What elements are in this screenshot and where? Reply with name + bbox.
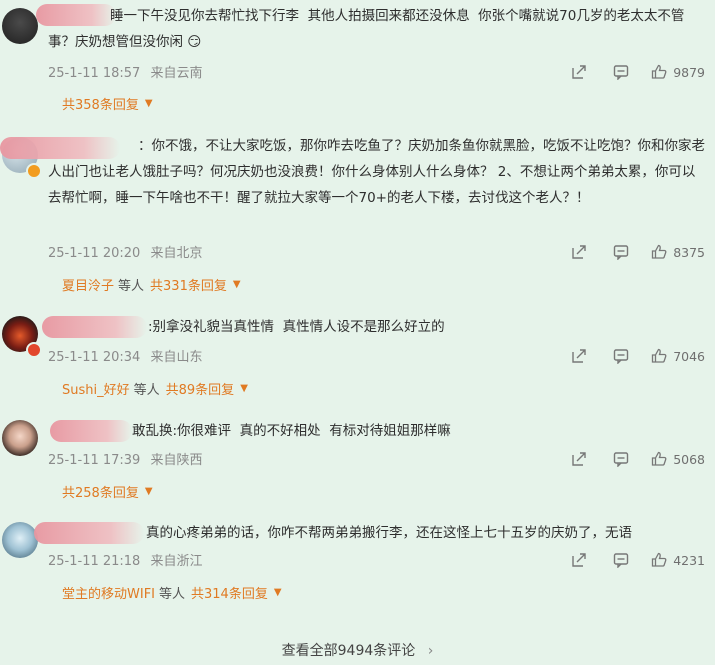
comment-date: 25-1-11 18:57 [48, 66, 141, 81]
share-button[interactable] [571, 244, 587, 260]
reply-others-label: 等人 [133, 383, 160, 398]
reply-username[interactable]: Sushi_好好 [62, 379, 130, 398]
share-button[interactable] [571, 348, 587, 364]
avatar[interactable] [2, 420, 38, 456]
reply-summary[interactable]: 夏目泠子 等人 共331条回复 ▼ [62, 275, 241, 294]
comment-date: 25-1-11 20:34 [48, 350, 141, 365]
comment-icon [613, 349, 629, 364]
comment-actions: 4231 [571, 550, 705, 570]
reply-username[interactable]: 堂主的移动WIFI [62, 583, 155, 602]
comment-location: 来自云南 [150, 66, 203, 81]
member-badge [26, 342, 42, 358]
thumbs-up-icon [652, 64, 667, 79]
like-count: 9879 [673, 64, 705, 80]
reply-count: 共258条回复 [62, 486, 139, 501]
comment-text: :别拿没礼貌当真性情 真性情人设不是那么好立的 [148, 319, 445, 335]
caret-down-icon: ▼ [144, 486, 153, 497]
comment-actions: 5068 [571, 449, 705, 469]
comment-text: 真的心疼弟弟的话，你咋不帮两弟弟搬行李，还在这怪上七十五岁的庆奶了，无语 [146, 525, 632, 541]
reply-summary[interactable]: 共258条回复 ▼ [62, 482, 153, 501]
comment-location: 来自浙江 [150, 554, 203, 569]
avatar[interactable] [2, 8, 38, 44]
thumbs-up-icon [652, 552, 667, 567]
comment-meta: 25-1-11 20:34 来自山东 [48, 346, 203, 365]
comment-button[interactable] [613, 244, 629, 260]
verified-badge [26, 163, 42, 179]
comment-meta: 25-1-11 18:57 来自云南 [48, 62, 203, 81]
share-icon [572, 245, 586, 259]
comment-button[interactable] [613, 451, 629, 467]
like-button[interactable]: 9879 [651, 64, 705, 80]
comment-button[interactable] [613, 552, 629, 568]
comment-meta: 25-1-11 21:18 来自浙江 [48, 550, 203, 569]
reply-others-label: 等人 [159, 587, 186, 602]
view-all-label: 查看全部9494条评论 [281, 643, 416, 659]
comment-meta: 25-1-11 17:39 来自陕西 [48, 449, 203, 468]
comment-date: 25-1-11 17:39 [48, 453, 141, 468]
avatar[interactable] [2, 522, 38, 558]
caret-down-icon: ▼ [240, 383, 248, 394]
comment-actions: 9879 [571, 62, 705, 82]
thumbs-up-icon [652, 348, 667, 363]
reply-count: 共358条回复 [62, 98, 139, 113]
comment-icon [613, 65, 629, 80]
share-icon [572, 452, 586, 466]
reply-username[interactable]: 夏目泠子 [62, 275, 114, 294]
comment-actions: 7046 [571, 346, 705, 366]
share-button[interactable] [571, 64, 587, 80]
reply-others-label: 等人 [118, 279, 145, 294]
share-button[interactable] [571, 451, 587, 467]
comment-date: 25-1-11 21:18 [48, 554, 141, 569]
comment-icon [613, 452, 629, 467]
like-count: 4231 [673, 552, 705, 568]
comment-meta: 25-1-11 20:20 来自北京 [48, 242, 203, 261]
like-count: 5068 [673, 451, 705, 467]
reply-summary[interactable]: 共358条回复 ▼ [62, 94, 153, 113]
share-icon [572, 65, 586, 79]
comment-date: 25-1-11 20:20 [48, 246, 141, 261]
reply-summary[interactable]: 堂主的移动WIFI 等人 共314条回复 ▼ [62, 583, 282, 602]
thumbs-up-icon [652, 451, 667, 466]
comment-location: 来自山东 [150, 350, 203, 365]
caret-down-icon: ▼ [144, 98, 153, 109]
share-icon [572, 553, 586, 567]
share-icon [572, 349, 586, 363]
reply-count: 共89条回复 [165, 383, 235, 398]
comment-location: 来自陕西 [150, 453, 203, 468]
like-button[interactable]: 4231 [651, 552, 705, 568]
caret-down-icon: ▼ [273, 587, 282, 598]
like-count: 7046 [673, 348, 705, 364]
comment-actions: 8375 [571, 242, 705, 262]
comment-button[interactable] [613, 348, 629, 364]
comment-icon [613, 245, 629, 260]
reply-count: 共331条回复 [150, 279, 227, 294]
comment-location: 来自北京 [150, 246, 203, 261]
view-all-comments-link[interactable]: 查看全部9494条评论 › [0, 640, 715, 660]
like-count: 8375 [673, 244, 705, 260]
share-button[interactable] [571, 552, 587, 568]
like-button[interactable]: 5068 [651, 451, 705, 467]
comment-text: 敢乱换:你很难评 真的不好相处 有标对待姐姐那样嘛 [132, 423, 451, 439]
comment-button[interactable] [613, 64, 629, 80]
like-button[interactable]: 7046 [651, 348, 705, 364]
comment-text: 睡一下午没见你去帮忙找下行李 其他人拍摄回来都还没休息 你张个嘴就说70几岁的老… [48, 8, 685, 50]
reply-count: 共314条回复 [191, 587, 268, 602]
reply-summary[interactable]: Sushi_好好 等人 共89条回复 ▼ [62, 379, 248, 398]
comment-icon [613, 553, 629, 568]
chevron-right-icon: › [427, 643, 434, 659]
caret-down-icon: ▼ [232, 279, 241, 290]
like-button[interactable]: 8375 [651, 244, 705, 260]
comment-text: ：你不饿，不让大家吃饭，那你咋去吃鱼了？庆奶加条鱼你就黑脸，吃饭不让吃饱？你和你… [48, 138, 705, 206]
thumbs-up-icon [652, 244, 667, 259]
